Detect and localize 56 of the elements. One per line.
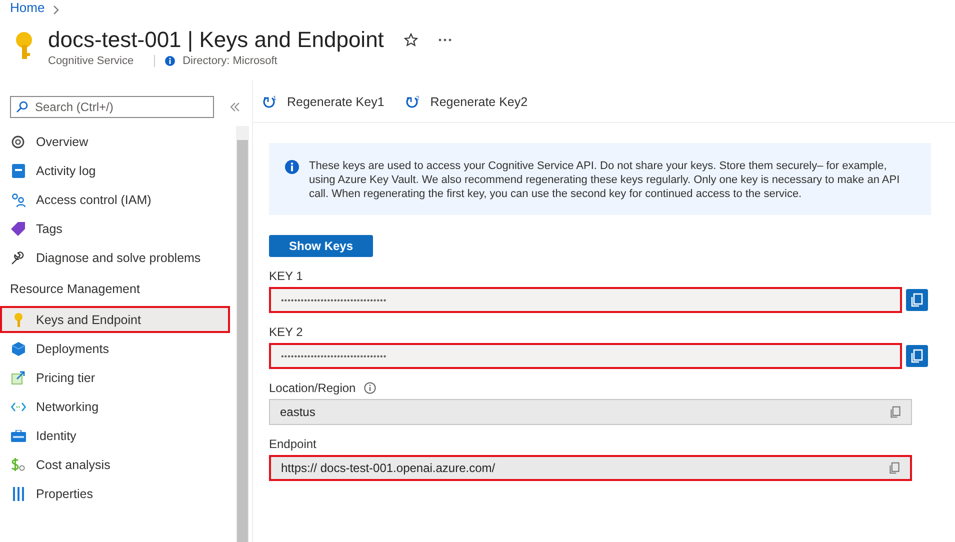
people-icon (10, 192, 26, 206)
info-text: These keys are used to access your Cognitive Service API. Do not share your keys. Store them securely– for example, using Azure Key Vault. We also recommend regenerating these keys regularly. Only one key is necessary to make an API call. When regenerating the first key, you can use the second key for continued access to the service. (309, 159, 901, 201)
field-label: Location/Region (269, 381, 356, 395)
sidebar-item[interactable]: Cost analysis (0, 451, 234, 478)
section-heading: Resource Management (9, 280, 141, 298)
log-icon (12, 164, 24, 178)
dollar-icon (10, 458, 26, 472)
field-value: https:// docs-test-001.openai.azure.com/ (281, 461, 496, 475)
scrollbar[interactable] (236, 126, 249, 542)
sidebar-item[interactable]: Deployments (0, 335, 234, 362)
copy-button[interactable] (906, 345, 928, 367)
show-keys-button[interactable]: Show Keys (269, 235, 374, 257)
key-field[interactable]: •••••••••••••••••••••••••••••••• (269, 343, 902, 369)
info-icon (164, 56, 175, 66)
directory-label: Directory: Microsoft (182, 55, 278, 67)
copy-icon[interactable] (890, 406, 901, 418)
sidebar-item[interactable]: Pricing tier (0, 364, 234, 391)
key-icon (14, 31, 34, 61)
sliders-icon (12, 486, 24, 500)
cube-icon (12, 342, 24, 356)
sidebar-item[interactable]: Keys and Endpoint (0, 306, 230, 333)
field-label: KEY 1 (269, 269, 303, 283)
chevron-icon (52, 5, 60, 15)
sidebar-item[interactable]: Diagnose and solve problems (0, 244, 234, 271)
sidebar-item[interactable]: Tags (0, 215, 234, 242)
field-label: KEY 2 (269, 325, 303, 339)
text-field[interactable]: https:// docs-test-001.openai.azure.com/ (269, 455, 912, 481)
copy-button[interactable] (906, 289, 928, 311)
resource-type: Cognitive Service (48, 55, 134, 67)
copy-icon (911, 293, 923, 307)
copy-icon[interactable] (889, 462, 900, 474)
sidebar-item[interactable]: Identity (0, 422, 234, 449)
key-icon (14, 312, 22, 326)
copy-icon (911, 349, 923, 363)
edit-box-icon (11, 370, 25, 384)
code-arrows-icon (10, 402, 26, 412)
search-field[interactable]: Search (Ctrl+/) (10, 96, 214, 118)
wrench-icon (11, 250, 25, 264)
sidebar-item[interactable]: Overview (0, 128, 234, 155)
text-field[interactable]: eastus (269, 399, 912, 425)
field-value: eastus (280, 405, 316, 419)
search-icon (16, 101, 28, 113)
collapse-icon[interactable] (230, 102, 240, 112)
page-title: docs-test-001 | Keys and Endpoint (48, 27, 384, 53)
sidebar-item[interactable]: Access control (IAM) (0, 186, 234, 213)
sidebar-item[interactable]: Networking (0, 393, 234, 420)
breadcrumb-link[interactable]: Home (10, 0, 45, 15)
key-field[interactable]: •••••••••••••••••••••••••••••••• (269, 287, 902, 313)
field-label: Endpoint (269, 437, 316, 451)
info-icon (285, 160, 299, 174)
briefcase-icon (10, 430, 26, 442)
star-icon[interactable] (404, 33, 418, 47)
sidebar-item[interactable]: Activity log (0, 157, 234, 184)
tag-icon (11, 222, 25, 236)
sidebar-item[interactable]: Properties (0, 480, 234, 507)
more-icon[interactable] (438, 38, 452, 42)
